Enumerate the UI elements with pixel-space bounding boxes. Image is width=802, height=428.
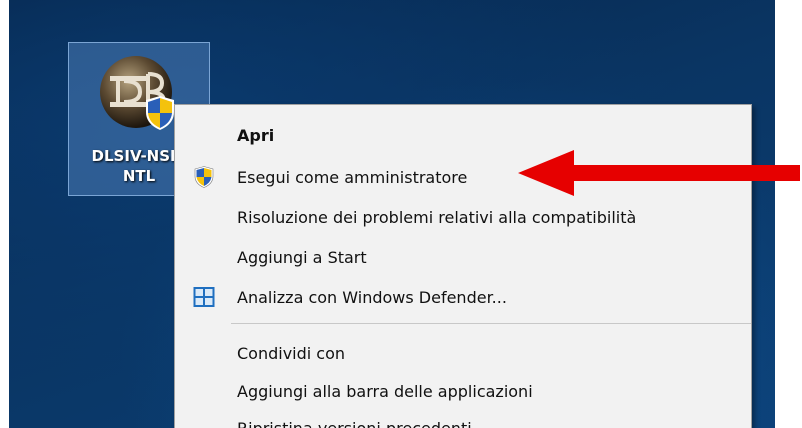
menu-item-label: Aggiungi a Start <box>237 247 367 267</box>
menu-item-label: Esegui come amministratore <box>237 167 468 187</box>
menu-item-label: Risoluzione dei problemi relativi alla c… <box>237 207 637 227</box>
menu-item-ripristina-versioni-precedenti[interactable]: Ripristina versioni precedenti <box>175 410 751 428</box>
app-logo-icon[interactable] <box>96 52 180 136</box>
menu-item-label: Apri <box>237 125 275 145</box>
uac-shield-icon <box>194 166 214 188</box>
menu-item-risoluzione-compatibilita[interactable]: Risoluzione dei problemi relativi alla c… <box>175 199 751 235</box>
screenshot-stage: DLSIV-NSIS NTL Apri Esegui come amminist… <box>0 0 802 428</box>
menu-item-label: Condividi con <box>237 343 346 363</box>
menu-item-aggiungi-a-start[interactable]: Aggiungi a Start <box>175 239 751 275</box>
menu-item-label: Analizza con Windows Defender... <box>237 287 507 307</box>
menu-separator <box>231 323 751 324</box>
menu-item-analizza-windows-defender[interactable]: Analizza con Windows Defender... <box>175 279 751 315</box>
red-arrow-annotation <box>518 150 800 196</box>
menu-item-condividi-con[interactable]: Condividi con <box>175 335 751 371</box>
menu-item-aggiungi-barra-applicazioni[interactable]: Aggiungi alla barra delle applicazioni <box>175 373 751 409</box>
windows-defender-icon <box>193 287 215 307</box>
menu-item-label: Aggiungi alla barra delle applicazioni <box>237 381 533 401</box>
menu-item-label: Ripristina versioni precedenti <box>237 418 472 428</box>
